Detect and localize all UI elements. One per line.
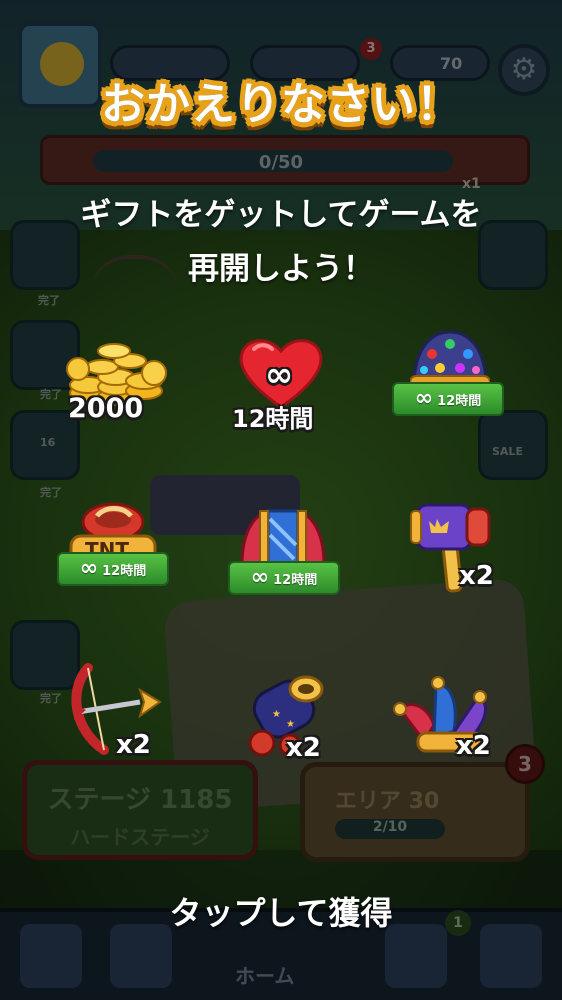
subtitle-line-1: ギフトをゲットしてゲームを [80, 197, 482, 233]
svg-text:★: ★ [272, 709, 281, 720]
rocket-icon [240, 509, 326, 567]
heart-infinity-symbol: ∞ [265, 355, 294, 395]
tap-to-claim-text[interactable]: タップして獲得 [0, 888, 562, 934]
popup-subtitle: ギフトをゲットしてゲームを 再開しよう！ [0, 188, 562, 296]
welcome-back-title: おかえりなさい！ [101, 79, 461, 130]
svg-text:★: ★ [286, 719, 295, 730]
hammer-qty: x2 [459, 561, 494, 591]
reward-rocket: ∞ 12時間 [228, 505, 358, 635]
reward-hammer: x2 [405, 495, 535, 625]
reward-cannon: ★ ★ x2 [234, 665, 364, 795]
reward-tnt: TNT ∞ 12時間 [55, 500, 185, 630]
disco-ball-duration: 12時間 [437, 393, 482, 409]
disco-ball-infinity-symbol: ∞ [414, 386, 434, 411]
jester-hat-qty: x2 [456, 731, 491, 761]
tnt-duration: 12時間 [102, 563, 147, 579]
rocket-duration: 12時間 [273, 572, 318, 588]
reward-infinite-hearts: ∞ 12時間 [222, 335, 352, 465]
subtitle-line-2: 再開しよう！ [188, 251, 374, 287]
tnt-ribbon: ∞ 12時間 [57, 552, 169, 586]
reward-coins: 2000 [50, 325, 180, 455]
heart-duration: 12時間 [232, 405, 314, 433]
coins-qty: 2000 [68, 393, 144, 424]
arrow-qty: x2 [116, 730, 151, 760]
reward-jester-hat: x2 [392, 675, 522, 805]
rocket-infinity-symbol: ∞ [250, 565, 270, 590]
rocket-ribbon: ∞ 12時間 [228, 561, 340, 595]
disco-ball-ribbon: ∞ 12時間 [392, 382, 504, 416]
cannon-qty: x2 [286, 733, 321, 763]
tnt-infinity-symbol: ∞ [79, 556, 99, 581]
reward-arrow: x2 [60, 660, 190, 790]
reward-disco-ball: ∞ 12時間 [392, 328, 522, 458]
